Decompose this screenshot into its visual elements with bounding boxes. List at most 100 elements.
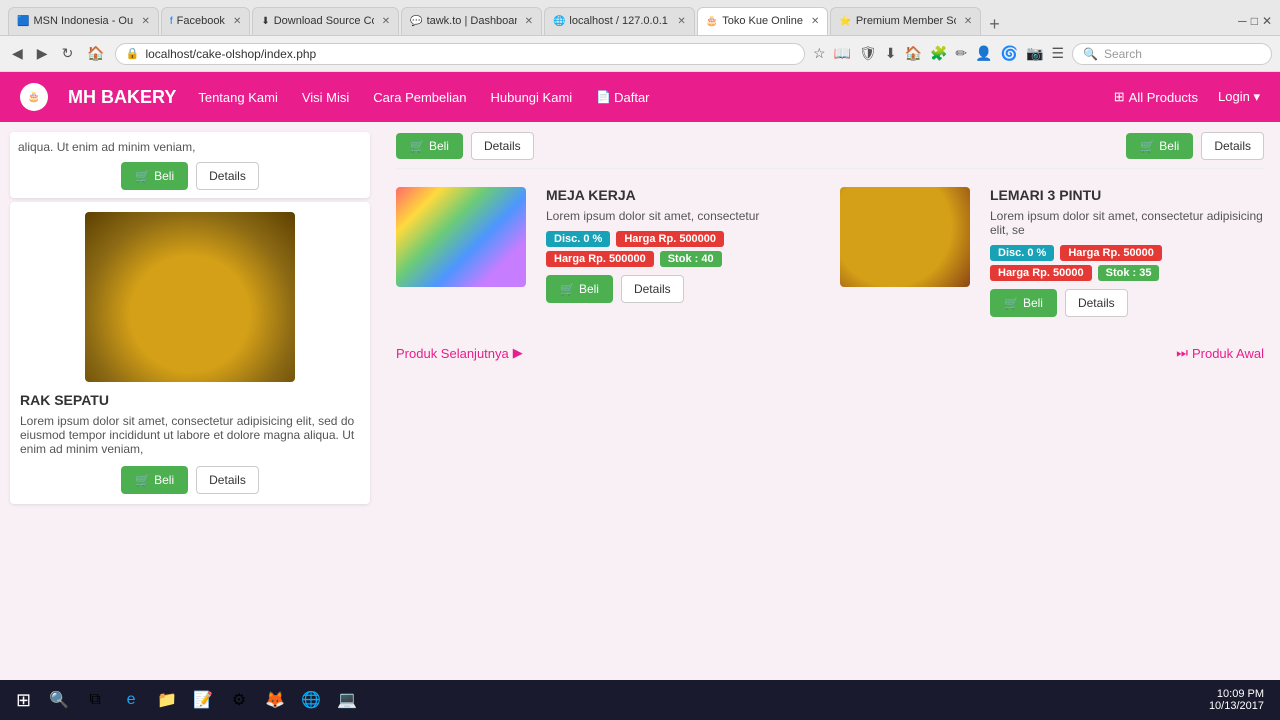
product-right-column: LEMARI 3 PINTU Lorem ipsum dolor sit ame… — [840, 177, 1264, 335]
arrow-first-icon: ⏭ — [1176, 345, 1188, 361]
products-main: 🛒 Beli Details 🛒 Beli Details — [380, 122, 1280, 622]
edit-icon[interactable]: ✏ — [953, 43, 969, 64]
tab-close-download[interactable]: ✕ — [382, 16, 390, 27]
rak-sepatu-details-button[interactable]: Details — [196, 466, 259, 494]
bookmark-icon[interactable]: ☆ — [811, 43, 828, 64]
lemari-badges: Disc. 0 % Harga Rp. 50000 — [990, 245, 1264, 261]
start-button[interactable]: ⊞ — [8, 686, 39, 715]
lemari-badges2: Harga Rp. 50000 Stok : 35 — [990, 265, 1264, 281]
top-beli-button-1[interactable]: 🛒 Beli — [396, 133, 463, 159]
menu-icon[interactable]: ☰ — [1049, 43, 1066, 64]
address-bar[interactable]: 🔒 localhost/cake-olshop/index.php — [115, 43, 805, 65]
meja-kerja-details: MEJA KERJA Lorem ipsum dolor sit amet, c… — [546, 187, 820, 303]
top-left-actions: 🛒 Beli Details — [396, 132, 534, 160]
user-icon[interactable]: 👤 — [973, 43, 994, 64]
home-button[interactable]: 🏠 — [83, 43, 108, 64]
nav-cara-pembelian[interactable]: Cara Pembelian — [371, 86, 468, 109]
cart-icon6: 🛒 — [1004, 296, 1019, 310]
product-left-column: MEJA KERJA Lorem ipsum dolor sit amet, c… — [396, 177, 820, 335]
top-details-button-2[interactable]: Details — [1201, 132, 1264, 160]
new-tab-button[interactable]: + — [983, 14, 1006, 35]
next-page-link[interactable]: Produk Selanjutnya ▶ — [396, 345, 523, 361]
home2-icon[interactable]: 🏠 — [903, 43, 924, 64]
nav-all-products[interactable]: ⊞ All Products — [1114, 89, 1198, 105]
top-details-button-1[interactable]: Details — [471, 132, 534, 160]
lemari-details: LEMARI 3 PINTU Lorem ipsum dolor sit ame… — [990, 187, 1264, 317]
tab-close-facebook[interactable]: ✕ — [233, 16, 241, 27]
nav-visi-misi[interactable]: Visi Misi — [300, 86, 351, 109]
rak-sepatu-actions: 🛒 Beli Details — [20, 466, 360, 494]
lemari-harga-new-badge: Harga Rp. 50000 — [990, 265, 1092, 281]
taskbar-search-icon[interactable]: 🔍 — [43, 684, 75, 716]
meja-kerja-stok-badge: Stok : 40 — [660, 251, 722, 267]
top-beli-button-2[interactable]: 🛒 Beli — [1126, 133, 1193, 159]
maximize-button[interactable]: □ — [1251, 14, 1258, 28]
tab-close-premium[interactable]: ✕ — [964, 16, 972, 27]
tab-close-localhost[interactable]: ✕ — [677, 16, 685, 27]
minimize-button[interactable]: ─ — [1238, 14, 1247, 28]
taskbar-explorer-icon[interactable]: 📁 — [151, 684, 183, 716]
screenshot-icon[interactable]: 📷 — [1024, 43, 1045, 64]
taskbar-edge-icon[interactable]: e — [115, 684, 147, 716]
tab-download[interactable]: ⬇ Download Source Code... ✕ — [252, 7, 399, 35]
product-card-rak-sepatu: RAK SEPATU Lorem ipsum dolor sit amet, c… — [10, 202, 370, 504]
extension-icon[interactable]: 🧩 — [928, 43, 949, 64]
lemari-stok-badge: Stok : 35 — [1098, 265, 1160, 281]
cart-icon3: 🛒 — [410, 139, 425, 153]
lemari-title: LEMARI 3 PINTU — [990, 187, 1264, 203]
taskbar-settings-icon[interactable]: ⚙ — [223, 684, 255, 716]
meja-kerja-title: MEJA KERJA — [546, 187, 820, 203]
tab-tawk[interactable]: 💬 tawk.to | Dashboard ✕ — [401, 7, 542, 35]
forward-button[interactable]: ▶ — [33, 43, 52, 64]
sidebar-products: aliqua. Ut enim ad minim veniam, 🛒 Beli … — [0, 122, 380, 622]
shield-icon[interactable]: 🛡 — [857, 43, 879, 64]
tab-close-msn[interactable]: ✕ — [141, 16, 149, 27]
tab-premium[interactable]: ⭐ Premium Member Source... ✕ — [830, 7, 981, 35]
taskbar-terminal-icon[interactable]: 💻 — [331, 684, 363, 716]
tab-toko-kue[interactable]: 🎂 Toko Kue Online ✕ — [697, 7, 829, 35]
rak-sepatu-beli-button[interactable]: 🛒 Beli — [121, 466, 188, 494]
nav-hubungi-kami[interactable]: Hubungi Kami — [489, 86, 575, 109]
nav-daftar[interactable]: 📄 Daftar — [594, 86, 651, 109]
pocket-icon[interactable]: 🌀 — [999, 43, 1020, 64]
cart-icon: 🛒 — [135, 169, 150, 183]
meja-kerja-details-button[interactable]: Details — [621, 275, 684, 303]
lemari-disc-badge: Disc. 0 % — [990, 245, 1054, 261]
tab-facebook[interactable]: f Facebook ✕ — [161, 7, 250, 35]
reader-view-icon[interactable]: 📖 — [832, 43, 853, 64]
taskbar-word-icon[interactable]: 📝 — [187, 684, 219, 716]
taskbar-chrome-icon[interactable]: 🌐 — [295, 684, 327, 716]
grid-icon: ⊞ — [1114, 89, 1125, 105]
first-page-link[interactable]: ⏭ Produk Awal — [1176, 345, 1264, 361]
prev-details-button[interactable]: Details — [196, 162, 259, 190]
prev-beli-button[interactable]: 🛒 Beli — [121, 162, 188, 190]
tab-msn[interactable]: 🟦 MSN Indonesia - Outlo... ✕ — [8, 7, 159, 35]
lemari-image — [840, 187, 970, 287]
browser-tabs: 🟦 MSN Indonesia - Outlo... ✕ f Facebook … — [8, 7, 1226, 35]
lemari-desc: Lorem ipsum dolor sit amet, consectetur … — [990, 209, 1264, 237]
download-icon[interactable]: ⬇ — [883, 43, 899, 64]
refresh-button[interactable]: ↻ — [58, 43, 78, 64]
taskbar: ⊞ 🔍 ⧉ e 📁 📝 ⚙ 🦊 🌐 💻 10:09 PM 10/13/2017 — [0, 680, 1280, 720]
lemari-harga-old-badge: Harga Rp. 50000 — [1060, 245, 1162, 261]
lemari-beli-button[interactable]: 🛒 Beli — [990, 289, 1057, 317]
tab-close-toko[interactable]: ✕ — [811, 16, 819, 27]
meja-kerja-desc: Lorem ipsum dolor sit amet, consectetur — [546, 209, 820, 223]
close-button[interactable]: ✕ — [1262, 14, 1272, 28]
taskbar-firefox-icon[interactable]: 🦊 — [259, 684, 291, 716]
tab-localhost[interactable]: 🌐 localhost / 127.0.0.1 / c... ✕ — [544, 7, 695, 35]
taskbar-task-view-icon[interactable]: ⧉ — [79, 684, 111, 716]
cart-icon2: 🛒 — [135, 473, 150, 487]
browser-addressbar: ◀ ▶ ↻ 🏠 🔒 localhost/cake-olshop/index.ph… — [0, 36, 1280, 72]
back-button[interactable]: ◀ — [8, 43, 27, 64]
tab-close-tawk[interactable]: ✕ — [525, 16, 533, 27]
nav-login[interactable]: Login ▾ — [1218, 89, 1260, 105]
lemari-details-button[interactable]: Details — [1065, 289, 1128, 317]
meja-kerja-beli-button[interactable]: 🛒 Beli — [546, 275, 613, 303]
meja-kerja-harga-old-badge: Harga Rp. 500000 — [616, 231, 724, 247]
lemari-actions: 🛒 Beli Details — [990, 289, 1264, 317]
nav-tentang-kami[interactable]: Tentang Kami — [196, 86, 280, 109]
search-box[interactable]: 🔍 Search — [1072, 43, 1272, 65]
prev-card-actions: 🛒 Beli Details — [18, 162, 362, 190]
product-row-lemari: LEMARI 3 PINTU Lorem ipsum dolor sit ame… — [840, 177, 1264, 325]
